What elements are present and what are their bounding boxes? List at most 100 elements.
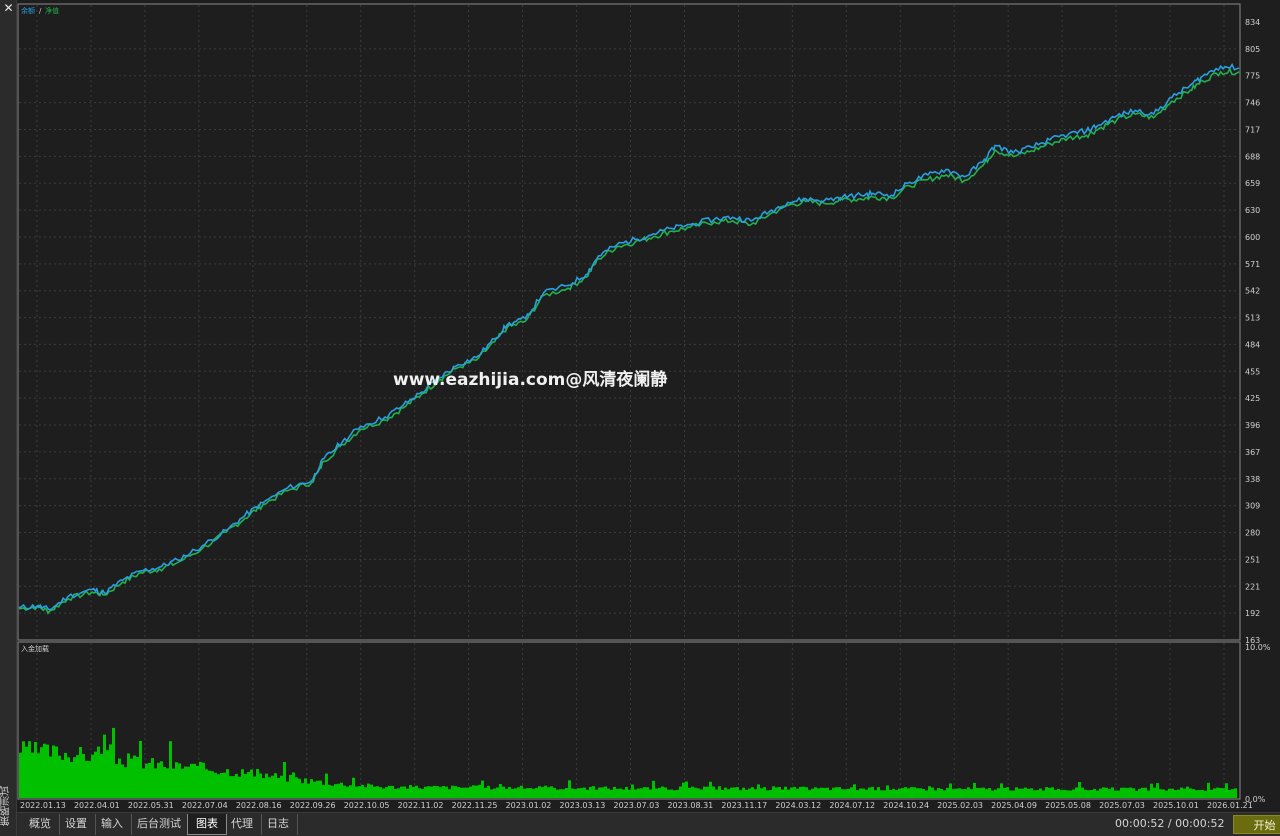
load-bar xyxy=(631,784,634,798)
y-tick-label: 484 xyxy=(1245,340,1260,349)
load-bar xyxy=(229,776,232,798)
load-bar xyxy=(877,787,880,798)
load-bar xyxy=(892,788,895,798)
tab-journal[interactable]: 日志 xyxy=(259,814,298,835)
x-tick-label: 2022.05.31 xyxy=(128,801,174,810)
load-bar xyxy=(1126,787,1129,798)
load-bar xyxy=(22,741,25,798)
load-bar xyxy=(1201,789,1204,798)
load-bar xyxy=(205,769,208,798)
tab-agents[interactable]: 代理 xyxy=(223,814,262,835)
load-bar xyxy=(1168,788,1171,798)
y-tick-label: 834 xyxy=(1245,18,1260,27)
load-bar xyxy=(79,747,82,798)
x-tick-label: 2024.07.12 xyxy=(829,801,875,810)
load-bar xyxy=(904,787,907,798)
tab-backtest[interactable]: 后台测试 xyxy=(129,814,190,835)
load-bar xyxy=(1159,789,1162,798)
load-bar xyxy=(553,787,556,798)
load-bar xyxy=(220,773,223,798)
tab-settings[interactable]: 设置 xyxy=(57,814,96,835)
load-bar xyxy=(1222,788,1225,798)
load-bar xyxy=(730,787,733,798)
load-bar xyxy=(694,787,697,798)
load-bar xyxy=(235,773,238,798)
load-bar xyxy=(679,786,682,798)
load-bar xyxy=(253,776,256,798)
load-bar xyxy=(883,790,886,798)
load-bar xyxy=(478,784,481,798)
load-bar xyxy=(703,786,706,798)
y-tick-label: 688 xyxy=(1245,152,1260,161)
x-tick-label: 2025.04.09 xyxy=(991,801,1037,810)
load-bar xyxy=(391,785,394,798)
load-bar xyxy=(799,786,802,798)
load-bar xyxy=(544,785,547,798)
x-tick-label: 2025.05.08 xyxy=(1045,801,1091,810)
tab-inputs[interactable]: 输入 xyxy=(93,814,132,835)
load-bar xyxy=(85,760,88,798)
load-bar xyxy=(1153,787,1156,798)
load-bar xyxy=(901,788,904,798)
load-bar xyxy=(43,743,46,798)
load-bar xyxy=(403,786,406,798)
load-bar xyxy=(1000,783,1003,798)
load-bar xyxy=(532,788,535,798)
load-bar xyxy=(190,763,193,798)
start-button[interactable]: 开始 xyxy=(1233,815,1280,834)
load-bar xyxy=(433,785,436,798)
load-bar xyxy=(394,789,397,798)
load-bar xyxy=(136,757,139,798)
load-bar xyxy=(541,787,544,798)
load-bar xyxy=(304,778,307,798)
load-bar xyxy=(565,788,568,798)
load-bar xyxy=(256,768,259,798)
load-bar xyxy=(319,780,322,798)
load-bar xyxy=(1132,788,1135,798)
load-bar xyxy=(73,757,76,798)
tab-graph[interactable]: 图表 xyxy=(187,814,227,835)
load-bar xyxy=(697,788,700,798)
load-bar xyxy=(349,785,352,798)
load-bar xyxy=(946,787,949,798)
load-bar xyxy=(880,790,883,798)
load-bar xyxy=(868,787,871,798)
y-tick-label: 513 xyxy=(1245,314,1260,323)
load-bar xyxy=(607,788,610,798)
load-bar xyxy=(181,768,184,798)
load-bar xyxy=(232,776,235,798)
load-bar xyxy=(1036,790,1039,798)
load-bar xyxy=(931,787,934,798)
chart-legend: 余额 / 净值 xyxy=(21,6,59,15)
y-tick-label: 630 xyxy=(1245,206,1260,215)
load-bar xyxy=(997,788,1000,798)
load-bar xyxy=(1105,787,1108,798)
load-bar xyxy=(46,744,49,798)
load-bar xyxy=(316,780,319,798)
load-bar xyxy=(289,774,292,798)
load-bar xyxy=(754,789,757,798)
load-bar xyxy=(1006,787,1009,798)
load-bar xyxy=(715,789,718,798)
load-bar xyxy=(1102,787,1105,798)
load-bar xyxy=(112,727,115,798)
load-bar xyxy=(322,784,325,798)
load-bar xyxy=(325,773,328,798)
x-axis-labels: 2022.01.13 2022.04.01 2022.05.31 2022.07.04… xyxy=(20,801,1253,810)
tab-overview[interactable]: 概览 xyxy=(21,814,60,835)
load-bar xyxy=(1027,788,1030,798)
close-icon[interactable]: ✕ xyxy=(2,1,15,15)
load-bar xyxy=(751,787,754,798)
load-bar xyxy=(133,755,136,798)
y-axis-labels: 834 805 775 746 717 688 659 630 600 571 542 513 484 4… xyxy=(1245,18,1260,645)
bottom-tab-bar: 概览 设置 输入 后台测试 图表 代理 日志 00:00:52 / 00:00:… xyxy=(17,812,1280,836)
watermark-text: www.eazhijia.com@风清夜阑静 xyxy=(393,369,667,390)
load-bar xyxy=(121,764,124,798)
load-bar xyxy=(850,787,853,798)
load-bar xyxy=(865,789,868,798)
load-bar xyxy=(175,762,178,798)
load-bar xyxy=(55,746,58,798)
load-bar xyxy=(838,787,841,798)
y-tick-label: 542 xyxy=(1245,287,1260,296)
load-bar xyxy=(1162,789,1165,798)
